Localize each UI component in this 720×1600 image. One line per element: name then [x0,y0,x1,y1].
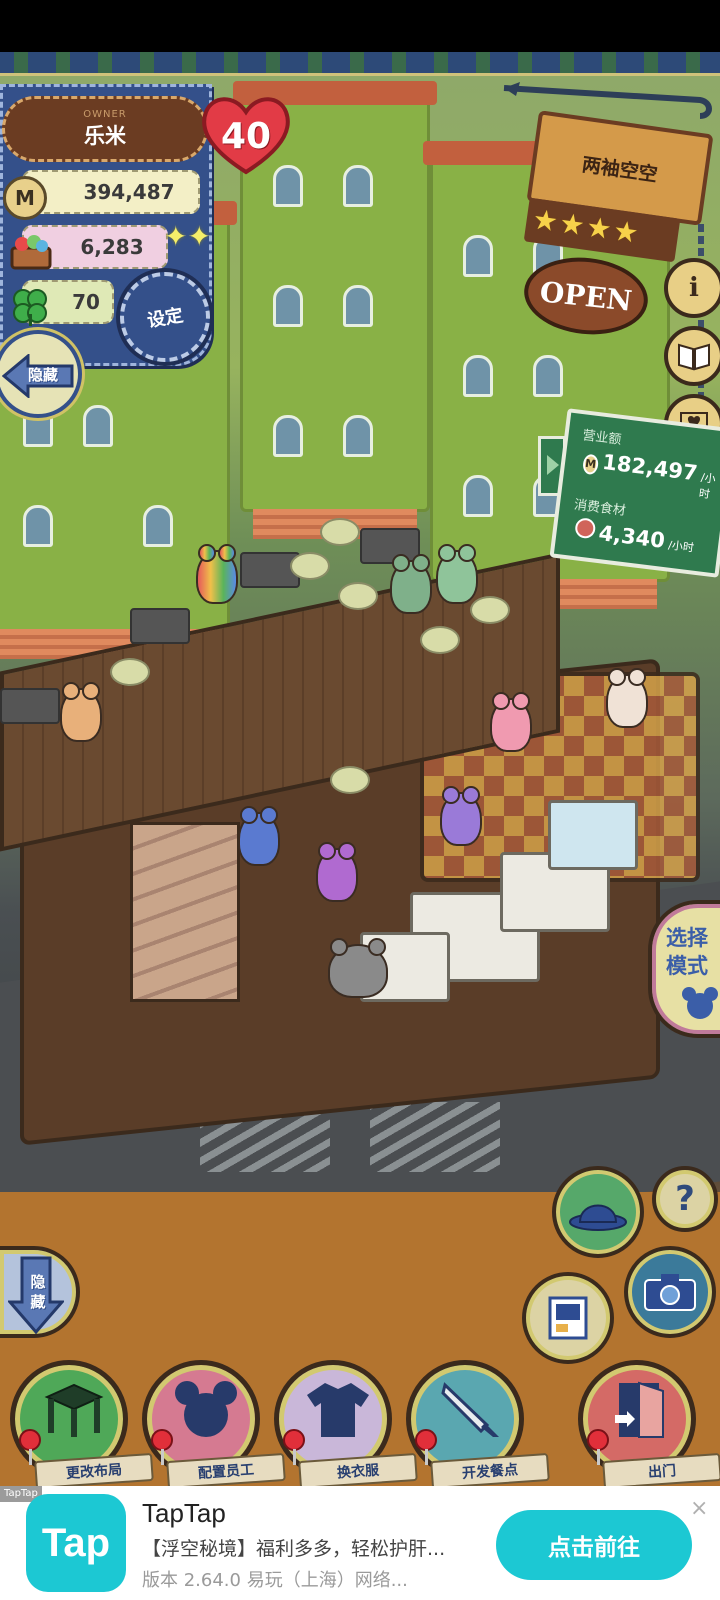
coin-icon: M [3,176,47,220]
album-button[interactable] [522,1272,614,1364]
revenue-board: 营业额 M 182,497 /小时 消费食材 4,340 /小时 [549,408,720,578]
close-icon[interactable]: × [690,1496,708,1521]
stool [320,518,360,546]
open-status-text: OPEN [538,274,634,318]
shirt-icon [307,1383,369,1437]
cafe-stairs [130,822,240,1002]
food-consumption-value: 4,340 [597,521,667,553]
display-fridge[interactable] [548,800,638,870]
pin-icon [151,1429,173,1465]
change-clothes-button[interactable]: 换衣服 [274,1360,418,1490]
settings-button[interactable]: 设定 [120,272,210,362]
change-layout-button[interactable]: 更改布局 [10,1360,154,1490]
customer-orange-cat[interactable] [60,682,102,742]
stool [338,582,378,610]
sign-bracket-icon [503,82,712,119]
table-icon [44,1383,104,1437]
stool [420,626,460,654]
coin-icon: M [581,453,600,475]
ad-logo-text: Tap [41,1520,111,1565]
camera-icon [644,1274,696,1311]
select-mode-button[interactable]: 选择模式 [648,900,720,1038]
customer-green-cat[interactable] [390,554,432,614]
table[interactable] [130,608,190,644]
door-icon [615,1381,664,1438]
staff-cashier[interactable] [490,692,532,752]
owner-name: 乐米 [84,123,126,148]
settings-label: 设定 [145,305,185,332]
select-mode-label: 选择模式 [666,926,708,978]
info-icon: i [689,273,699,303]
sales-unit: /小时 [698,470,717,502]
star-icon: ★ [557,206,587,243]
assign-staff-button[interactable]: 配置员工 [142,1360,286,1490]
star-icon: ★ [584,209,614,247]
owner-tag: OWNER [83,108,127,120]
stool [290,552,330,580]
clover-icon [8,284,52,328]
shop-name: 两袖空空 [580,153,659,186]
staff-chef[interactable] [440,786,482,846]
sparkle-icon: ✦✦ [164,220,211,253]
help-button[interactable]: ? [652,1166,718,1232]
coin-value: 394,487 [83,180,175,204]
clover-value: 70 [72,290,100,314]
develop-menu-button[interactable]: 开发餐点 [406,1360,550,1490]
ad-title: TapTap [142,1498,226,1528]
ad-version: 版本 2.64.0 易玩（上海）网络... [142,1570,408,1591]
question-icon: ? [675,1179,695,1219]
pin-icon [415,1429,437,1465]
stool [330,766,370,794]
hide-bottom-ui-label: 隐藏 [30,1273,46,1311]
food-value: 6,283 [80,235,144,259]
pin-icon [19,1429,41,1465]
recipe-book-button[interactable] [664,326,720,386]
food-consumption-unit: /小时 [667,538,695,555]
customer-rainbow-bear[interactable] [196,544,238,604]
book-icon [678,343,710,371]
cow-decoration [606,668,648,728]
crosswalk [370,1102,500,1172]
customer-green-bear[interactable] [436,544,478,604]
info-button[interactable]: i [664,258,720,318]
staff-blue-cat[interactable] [238,806,280,866]
ad-cta-button[interactable]: 点击前往 [496,1510,692,1580]
mouse-head-icon [682,987,718,1019]
table[interactable] [360,528,420,564]
hide-ui-label: 隐藏 [27,365,58,384]
basket-icon [574,517,597,540]
staff-purple-bear[interactable] [316,842,358,902]
costume-hat-button[interactable] [552,1166,644,1258]
go-out-button[interactable]: 出门 [578,1360,720,1490]
coin-balance: 394,487 [22,170,200,214]
status-bar [0,0,720,52]
bunting-decoration [0,52,720,76]
camera-button[interactable] [624,1246,716,1338]
hedgehog-mascot[interactable] [328,938,388,998]
mouse-head-icon [175,1381,237,1437]
taptap-logo[interactable]: Tap [26,1494,126,1592]
star-icon: ★ [611,213,641,250]
heart-level: 40 [220,116,272,157]
table[interactable] [0,688,60,724]
pin-icon [283,1429,305,1465]
ad-description: 【浮空秘境】福利多多，轻松护肝... [142,1538,446,1560]
stool [110,658,150,686]
owner-nameplate: OWNER 乐米 [2,96,208,162]
pin-icon [587,1429,609,1465]
basket-icon [8,230,54,272]
ad-banner[interactable]: TapTap Tap TapTap 【浮空秘境】福利多多，轻松护肝... 版本 … [0,1486,720,1600]
knife-icon [441,1382,499,1437]
hat-icon [569,1204,627,1231]
photo-album-icon [548,1296,588,1340]
star-icon: ★ [530,202,561,239]
stool [470,596,510,624]
